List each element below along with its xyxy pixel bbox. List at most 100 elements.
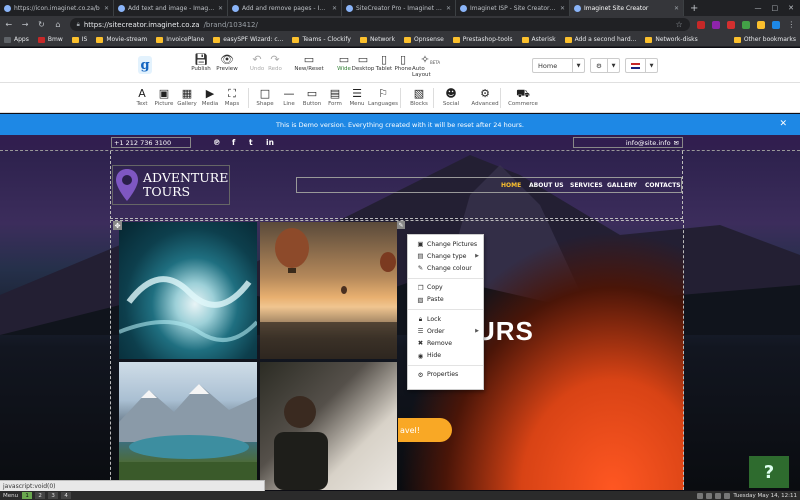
close-icon[interactable]: ✕ bbox=[779, 119, 787, 129]
extension-icon[interactable] bbox=[756, 20, 765, 29]
bookmark-item[interactable]: Network bbox=[359, 36, 395, 43]
widget-social-button[interactable]: ☻ Social bbox=[438, 87, 464, 107]
context-menu-label: Lock bbox=[427, 315, 442, 323]
reload-icon[interactable]: ↻ bbox=[37, 20, 46, 29]
extension-icon[interactable] bbox=[771, 20, 780, 29]
extension-icon[interactable] bbox=[711, 20, 720, 29]
extension-icon[interactable] bbox=[696, 20, 705, 29]
tray-icon[interactable] bbox=[697, 492, 704, 499]
tray-icon[interactable] bbox=[715, 492, 722, 499]
phone-text-box[interactable]: +1 212 736 3100 bbox=[111, 137, 191, 148]
browser-tab[interactable]: Imaginet ISP - Site Creator Ho ✕ bbox=[456, 0, 570, 16]
edit-pencil-icon[interactable]: ✎ bbox=[397, 221, 405, 229]
site-menu-item[interactable]: HOME bbox=[501, 182, 521, 189]
context-menu-change-pictures[interactable]: ▣ Change Pictures bbox=[408, 238, 483, 250]
new-reset-button[interactable]: ▭ New/Reset bbox=[294, 53, 323, 72]
settings-select[interactable]: ⚙ ▼ bbox=[590, 58, 620, 73]
help-button[interactable]: ? bbox=[749, 456, 789, 488]
email-text-box[interactable]: info@site.info ✉ bbox=[573, 137, 683, 148]
context-menu-lock[interactable]: 🔒︎ Lock bbox=[408, 313, 483, 325]
workspace-button[interactable]: 4 bbox=[61, 492, 72, 499]
bookmark-item[interactable]: InvoicePlane bbox=[156, 36, 204, 43]
bookmark-item[interactable]: IS bbox=[71, 36, 87, 43]
widget-languages-button[interactable]: ⚐ Languages bbox=[368, 87, 398, 107]
tab-close-icon[interactable]: ✕ bbox=[104, 5, 109, 12]
bookmark-item[interactable]: Network-disks bbox=[645, 36, 698, 43]
redo-button[interactable]: ↷ Redo bbox=[262, 53, 288, 72]
chevron-down-icon: ▼ bbox=[572, 59, 584, 72]
bookmark-item[interactable]: Teams - Clockify bbox=[292, 36, 351, 43]
start-menu-button[interactable]: Menu bbox=[3, 493, 18, 499]
bookmark-item[interactable]: Opnsense bbox=[404, 36, 444, 43]
site-menu-item[interactable]: ABOUT US bbox=[529, 182, 564, 189]
context-menu-paste[interactable]: ▧ Paste bbox=[408, 294, 483, 306]
browser-tab[interactable]: Add text and image - Imaginet ✕ bbox=[114, 0, 228, 16]
auto-layout-button[interactable]: ✧ Auto Layout bbox=[412, 53, 438, 78]
context-menu-change-type[interactable]: ▤ Change type ▶ bbox=[408, 250, 483, 262]
browser-menu-icon[interactable]: ⋮ bbox=[787, 20, 796, 29]
widget-maps-button[interactable]: ⛶ Maps bbox=[219, 87, 245, 107]
tab-close-icon[interactable]: ✕ bbox=[560, 5, 565, 12]
bookmark-star-icon[interactable]: ☆ bbox=[675, 20, 682, 29]
preview-button[interactable]: 👁︎ Preview bbox=[214, 53, 240, 72]
bookmark-item[interactable]: Bmw bbox=[37, 36, 63, 43]
tray-icon[interactable] bbox=[706, 492, 713, 499]
browser-tab[interactable]: SiteCreator Pro - Imaginet FAQ ✕ bbox=[342, 0, 456, 16]
context-menu-label: Hide bbox=[427, 352, 442, 360]
address-bar[interactable]: 🔒︎ https://sitecreator.imaginet.co.za/br… bbox=[69, 18, 690, 31]
bookmark-item[interactable]: easySPF Wizard: c... bbox=[213, 36, 283, 43]
bookmark-item[interactable]: Add a second hard... bbox=[564, 36, 636, 43]
facebook-icon[interactable]: f bbox=[232, 138, 235, 147]
widget-blocks-button[interactable]: ▧ Blocks bbox=[406, 87, 432, 107]
tray-icon[interactable] bbox=[724, 492, 731, 499]
tab-close-icon[interactable]: ✕ bbox=[332, 5, 337, 12]
bookmark-item[interactable]: Asterisk bbox=[521, 36, 556, 43]
workspace-button[interactable]: 2 bbox=[35, 492, 46, 499]
site-logo[interactable]: ADVENTURE TOURS bbox=[112, 165, 230, 205]
widget-menu-button[interactable]: ☰ Menu bbox=[344, 87, 370, 107]
other-bookmarks[interactable]: Other bookmarks bbox=[733, 36, 796, 43]
linkedin-icon[interactable]: in bbox=[266, 138, 274, 147]
extension-icon[interactable] bbox=[726, 20, 735, 29]
close-window-icon[interactable]: ✕ bbox=[788, 4, 794, 12]
new-tab-icon[interactable]: + bbox=[684, 0, 704, 16]
context-menu-remove[interactable]: ✖ Remove bbox=[408, 337, 483, 349]
tab-close-icon[interactable]: ✕ bbox=[218, 5, 223, 12]
minimize-icon[interactable]: — bbox=[755, 4, 762, 12]
site-menu-item[interactable]: GALLERY bbox=[607, 182, 637, 189]
browser-tab[interactable]: Add and remove pages - Imagi ✕ bbox=[228, 0, 342, 16]
publish-button[interactable]: 💾︎ Publish bbox=[188, 53, 214, 72]
toolbar-divider bbox=[400, 88, 401, 108]
forward-icon[interactable]: → bbox=[20, 20, 29, 29]
bookmark-item[interactable]: Prestashop-tools bbox=[452, 36, 513, 43]
context-menu-change-colour[interactable]: ✎ Change colour bbox=[408, 262, 483, 274]
logo-text: ADVENTURE TOURS bbox=[143, 171, 228, 199]
site-menu-item[interactable]: CONTACTS bbox=[645, 182, 681, 189]
context-menu-order[interactable]: ☰ Order ▶ bbox=[408, 325, 483, 337]
workspace-button[interactable]: 1 bbox=[22, 492, 33, 499]
move-handle-icon[interactable]: ✥ bbox=[113, 221, 122, 230]
page-select[interactable]: Home ▼ bbox=[532, 58, 585, 73]
widget-shape-button[interactable]: □ Shape bbox=[252, 87, 278, 107]
context-menu-copy[interactable]: ❐ Copy bbox=[408, 282, 483, 294]
extension-icon[interactable] bbox=[741, 20, 750, 29]
bookmark-item[interactable]: Movie-stream bbox=[96, 36, 147, 43]
workspace-button[interactable]: 3 bbox=[48, 492, 59, 499]
widget-commerce-button[interactable]: ⛟ Commerce bbox=[508, 87, 538, 107]
bookmark-item[interactable]: Apps bbox=[4, 36, 29, 43]
context-menu-hide[interactable]: ◉ Hide bbox=[408, 350, 483, 362]
site-menu-item[interactable]: SERVICES bbox=[570, 182, 603, 189]
maximize-icon[interactable]: □ bbox=[772, 4, 779, 12]
widget-advanced-button[interactable]: ⚙ Advanced bbox=[471, 87, 498, 107]
context-menu-properties[interactable]: ⚙ Properties bbox=[408, 369, 483, 381]
browser-tab[interactable]: Imaginet Site Creator ✕ bbox=[570, 0, 684, 16]
twitter-icon[interactable]: t bbox=[249, 138, 253, 147]
tab-close-icon[interactable]: ✕ bbox=[674, 5, 679, 12]
tab-close-icon[interactable]: ✕ bbox=[446, 5, 451, 12]
language-select[interactable]: ▼ bbox=[625, 58, 658, 73]
pinterest-icon[interactable]: ℗ bbox=[213, 138, 221, 147]
back-icon[interactable]: ← bbox=[4, 20, 13, 29]
home-icon[interactable]: ⌂ bbox=[53, 20, 62, 29]
copy-icon: ❐ bbox=[417, 283, 424, 292]
browser-tab[interactable]: https://icon.imaginet.co.za/b ✕ bbox=[0, 0, 114, 16]
